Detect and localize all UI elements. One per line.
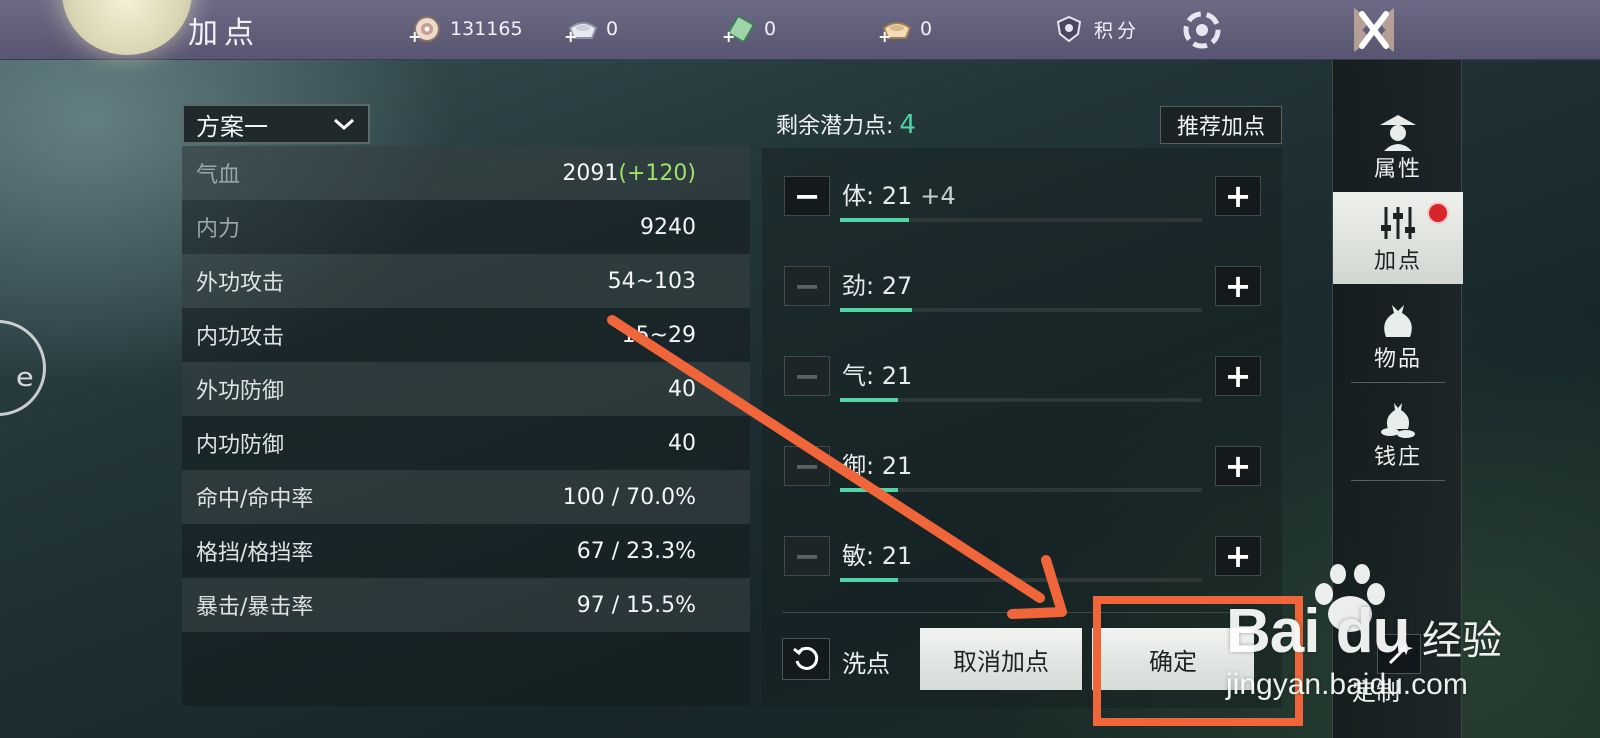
watermark-url: jingyan.baidu.com <box>1226 668 1468 701</box>
baidu-watermark: Bai du 经验 jingyan.baidu.com <box>1226 560 1506 710</box>
watermark-logo: Bai du <box>1226 597 1410 666</box>
watermark-jingyan: 经验 <box>1422 618 1502 664</box>
